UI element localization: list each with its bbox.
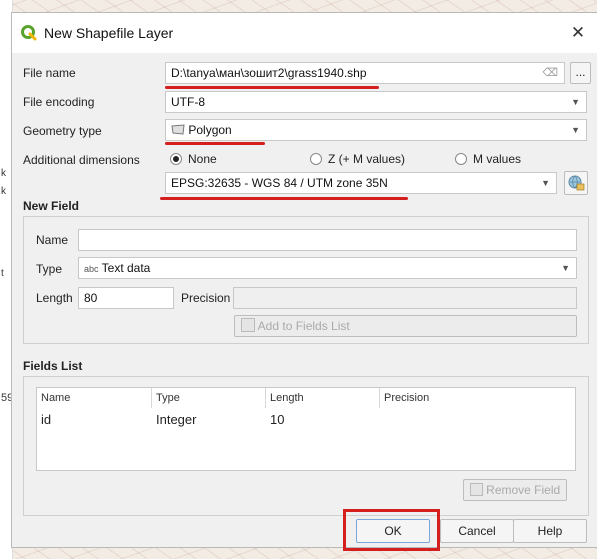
length-label: Length <box>36 291 73 305</box>
field-name-label: Name <box>36 233 69 247</box>
chevron-down-icon: ▼ <box>541 178 550 188</box>
table-remove-icon <box>469 483 483 496</box>
crs-value: EPSG:32635 - WGS 84 / UTM zone 35N <box>171 176 388 190</box>
length-input[interactable]: 80 <box>78 287 174 309</box>
globe-icon <box>568 175 585 191</box>
column-header-precision[interactable]: Precision <box>380 388 575 408</box>
column-header-name[interactable]: Name <box>37 388 152 408</box>
remove-field-button[interactable]: Remove Field <box>463 479 567 501</box>
field-type-label: Type <box>36 262 63 276</box>
add-to-fields-list-button[interactable]: Add to Fields List <box>234 315 577 337</box>
help-button[interactable]: Help <box>513 519 587 543</box>
precision-label: Precision <box>181 291 231 305</box>
browse-button[interactable]: ... <box>570 62 591 84</box>
dimension-m-label: M values <box>473 152 522 166</box>
geometry-type-select[interactable]: Polygon ▼ <box>165 119 587 141</box>
cancel-button[interactable]: Cancel <box>440 519 514 543</box>
polygon-icon <box>171 124 185 135</box>
additional-dimensions-label: Additional dimensions <box>23 153 140 167</box>
annotation-box <box>343 509 440 551</box>
strip-mark: t <box>1 268 4 279</box>
file-name-value: D:\tanya\ман\зошит2\grass1940.shp <box>171 66 367 80</box>
text-type-icon: abc <box>84 264 99 274</box>
cell-precision <box>380 410 384 430</box>
chevron-down-icon: ▼ <box>561 263 570 273</box>
add-to-fields-list-label: Add to Fields List <box>257 319 350 333</box>
field-name-input[interactable] <box>78 229 577 251</box>
dimension-none-radio[interactable] <box>170 153 182 165</box>
dimension-m-radio[interactable] <box>455 153 467 165</box>
strip-mark: k <box>1 186 6 197</box>
column-header-length[interactable]: Length <box>266 388 380 408</box>
precision-input[interactable] <box>233 287 577 309</box>
cell-type: Integer <box>156 412 197 427</box>
dimension-z-radio[interactable] <box>310 153 322 165</box>
cell-length: 10 <box>270 412 285 427</box>
file-encoding-value: UTF-8 <box>171 95 205 109</box>
cell-name: id <box>41 412 52 427</box>
file-name-input[interactable]: D:\tanya\ман\зошит2\grass1940.shp ⌫ <box>165 62 565 84</box>
chevron-down-icon: ▼ <box>571 125 580 135</box>
table-add-icon <box>241 318 255 332</box>
field-type-value: Text data <box>101 261 151 275</box>
file-encoding-select[interactable]: UTF-8 ▼ <box>165 91 587 113</box>
field-type-select[interactable]: abc Text data ▼ <box>78 257 577 279</box>
title-bar: New Shapefile Layer ✕ <box>12 13 597 53</box>
new-shapefile-dialog: New Shapefile Layer ✕ File name D:\tanya… <box>11 12 597 551</box>
dimension-z-label: Z (+ M values) <box>328 152 406 166</box>
close-button[interactable]: ✕ <box>567 23 589 43</box>
crs-select[interactable]: EPSG:32635 - WGS 84 / UTM zone 35N ▼ <box>165 172 557 194</box>
clear-icon[interactable]: ⌫ <box>542 63 558 83</box>
fields-list-title: Fields List <box>23 359 83 373</box>
annotation-underline <box>165 86 379 89</box>
file-name-label: File name <box>23 66 76 80</box>
strip-mark: k <box>1 168 6 179</box>
dialog-title: New Shapefile Layer <box>44 25 174 41</box>
file-encoding-label: File encoding <box>23 95 95 109</box>
annotation-underline <box>165 142 265 145</box>
new-field-title: New Field <box>23 199 80 213</box>
length-value: 80 <box>84 291 98 305</box>
geometry-type-label: Geometry type <box>23 124 102 138</box>
annotation-underline <box>160 197 408 200</box>
crs-selector-button[interactable] <box>564 171 588 195</box>
fields-table[interactable]: Name Type Length Precision id Integer 10 <box>36 387 576 471</box>
remove-field-label: Remove Field <box>486 483 561 497</box>
column-header-type[interactable]: Type <box>152 388 266 408</box>
dimension-none-label: None <box>188 152 217 166</box>
chevron-down-icon: ▼ <box>571 97 580 107</box>
geometry-type-value: Polygon <box>188 123 232 137</box>
qgis-logo-icon <box>21 25 37 41</box>
